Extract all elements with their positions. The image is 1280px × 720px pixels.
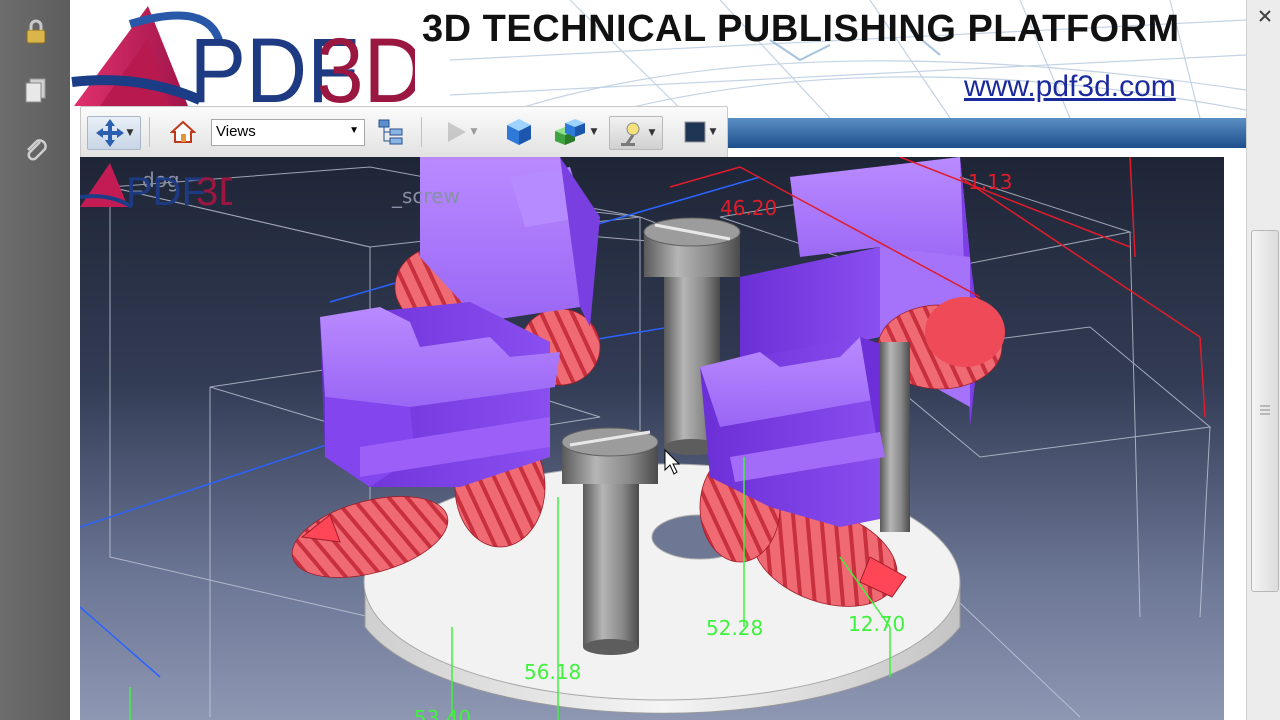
dimension-6: 53.40 — [414, 706, 471, 720]
vertical-scrollbar[interactable] — [1246, 0, 1280, 720]
lighting-button[interactable]: ▼ — [609, 116, 663, 150]
pages-icon[interactable] — [22, 76, 50, 104]
chevron-down-icon: ▼ — [709, 127, 717, 137]
banner-accent-bar — [725, 118, 1246, 148]
chevron-down-icon: ▼ — [648, 128, 656, 138]
dimension-3: 52.28 — [706, 616, 763, 640]
pan-tool-button[interactable]: ▼ — [87, 116, 141, 150]
background-color-button[interactable]: ▼ — [677, 116, 721, 148]
views-dropdown[interactable]: Views ▼ — [211, 119, 365, 146]
chevron-down-icon: ▼ — [349, 125, 359, 136]
website-link[interactable]: www.pdf3d.com — [964, 70, 1176, 104]
model-tree-icon — [378, 119, 403, 145]
page-banner: PDF 3D 3D TECHNICAL PUBLISHING PLATFORM … — [70, 0, 1246, 158]
page-title: 3D TECHNICAL PUBLISHING PLATFORM — [422, 8, 1180, 50]
model-view-button[interactable] — [499, 116, 539, 148]
lighting-icon — [620, 122, 640, 146]
3d-toolbar: ▼ Views ▼ ▼ ▼ ▼ ▼ — [80, 106, 728, 158]
cube-icon — [507, 119, 531, 145]
toolbar-divider — [421, 117, 422, 147]
logo-3d-text: 3D — [317, 19, 415, 108]
svg-text:3D: 3D — [196, 170, 232, 214]
pdf-page: PDF 3D 3D TECHNICAL PUBLISHING PLATFORM … — [70, 0, 1246, 720]
pdf3d-watermark-logo: PDF 3D — [80, 163, 232, 214]
pdf3d-logo: PDF 3D — [71, 6, 415, 108]
attachment-icon[interactable] — [22, 136, 50, 164]
3d-viewport[interactable]: _dog _screw 1.13 46.20 52.28 12.70 56.18… — [80, 157, 1224, 720]
close-icon[interactable] — [1257, 8, 1273, 24]
render-mode-button[interactable]: ▼ — [547, 116, 603, 148]
lock-icon[interactable] — [22, 18, 50, 46]
home-view-button[interactable] — [165, 116, 201, 148]
dimension-1: 1.13 — [968, 170, 1013, 194]
dimension-2: 46.20 — [720, 196, 777, 220]
pan-tool-icon — [95, 119, 124, 147]
screw-label: _screw — [391, 184, 460, 208]
scrollbar-grip-icon — [1260, 405, 1270, 415]
svg-text:PDF: PDF — [126, 170, 206, 214]
render-mode-icon — [554, 119, 585, 145]
play-icon — [447, 122, 466, 142]
navigation-pane — [0, 0, 70, 720]
toolbar-divider — [149, 117, 150, 147]
home-icon — [170, 120, 196, 143]
play-animation-button[interactable]: ▼ — [437, 116, 483, 148]
views-label: Views — [216, 123, 256, 140]
dimension-5: 56.18 — [524, 660, 581, 684]
chevron-down-icon: ▼ — [590, 127, 598, 137]
chevron-down-icon: ▼ — [470, 127, 478, 137]
model-tree-button[interactable] — [371, 116, 411, 148]
chevron-down-icon[interactable]: ▼ — [127, 128, 134, 138]
scrollbar-thumb[interactable] — [1251, 230, 1279, 592]
background-color-icon — [684, 121, 706, 143]
3d-model: _dog _screw 1.13 46.20 52.28 12.70 56.18… — [80, 157, 1212, 720]
dimension-4: 12.70 — [848, 612, 905, 636]
